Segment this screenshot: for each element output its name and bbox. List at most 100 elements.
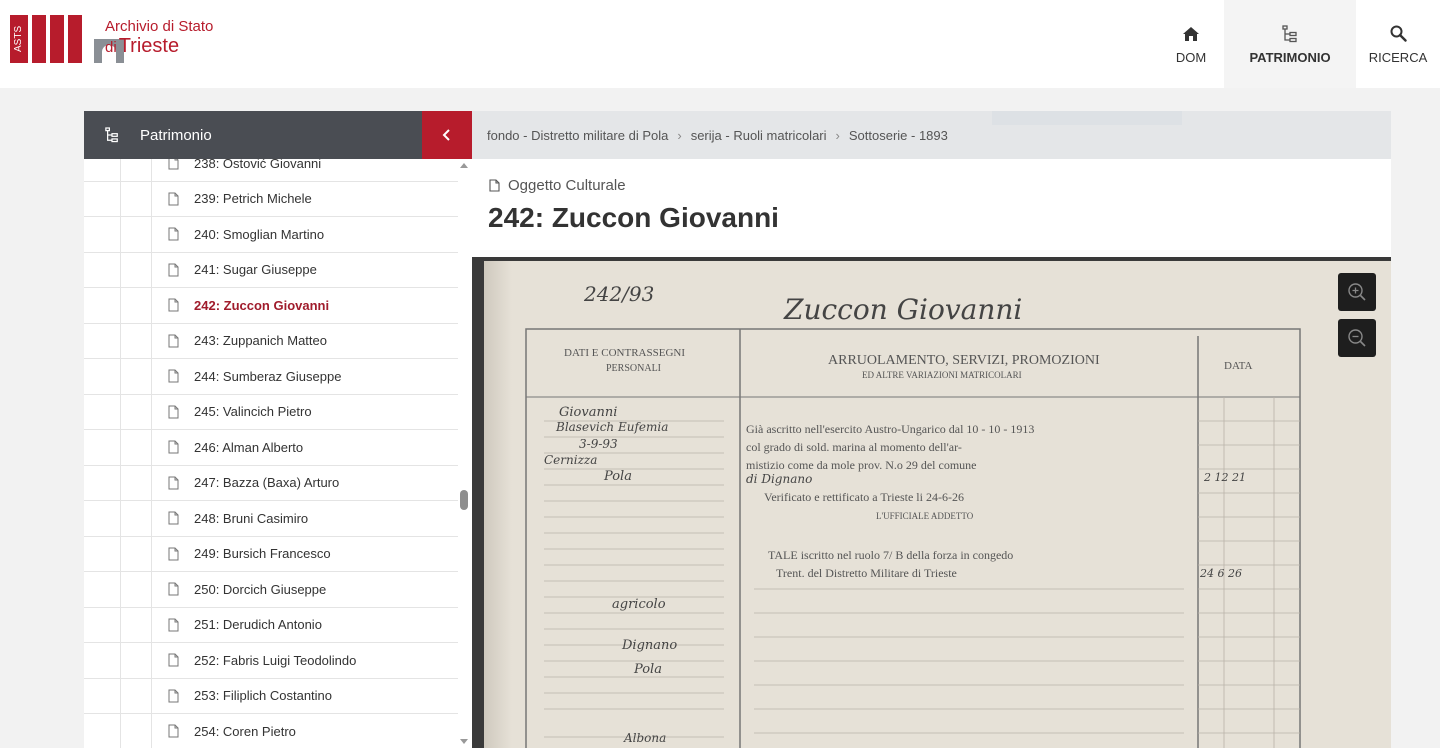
sidebar-tree-item-label: 239: Petrich Michele [194, 191, 312, 207]
tree-guide-line [151, 394, 152, 429]
logo-line-2: di Trieste [105, 36, 213, 56]
col3-header: DATA [1224, 360, 1253, 372]
tree-guide-line [120, 607, 121, 642]
sidebar-tree-item[interactable]: 240: Smoglian Martino [84, 217, 458, 253]
logo-badge: ASTS [10, 15, 28, 63]
document-name: Zuccon Giovanni [783, 293, 1022, 326]
tree-guide-line [120, 394, 121, 429]
sidebar-tree-item[interactable]: 244: Sumberaz Giuseppe [84, 359, 458, 395]
doc-birth-place: Cernizza [544, 453, 597, 467]
file-icon [168, 547, 179, 561]
tree-guide-line [120, 159, 121, 181]
zoom-in-button[interactable] [1338, 273, 1376, 311]
doc-service-4: di Dignano [746, 472, 812, 486]
sidebar-tree-item[interactable]: 254: Coren Pietro [84, 714, 458, 748]
sidebar-tree-item[interactable]: 243: Zuppanich Matteo [84, 323, 458, 359]
file-icon [168, 298, 179, 312]
ruled-lines [544, 420, 724, 738]
col1-header-b: PERSONALI [606, 363, 661, 374]
logo-line-2-prefix: di [105, 39, 117, 56]
sidebar-tree-item-label: 238: Ostović Giovanni [194, 159, 322, 171]
doc-tale-1: TALE iscritto nel ruolo 7/ B della forza… [768, 548, 1013, 562]
tree-guide-line [120, 678, 121, 713]
sidebar-tree-item[interactable]: 239: Petrich Michele [84, 181, 458, 217]
sidebar-scrollbar[interactable] [459, 159, 469, 748]
tree-guide-line [120, 181, 121, 216]
tree-guide-line [151, 607, 152, 642]
tree-guide-line [151, 252, 152, 287]
tree-guide-line [120, 501, 121, 536]
doc-service-3: mistizio come da mole prov. N.o 29 del c… [746, 458, 977, 472]
tree-guide-line [120, 359, 121, 394]
search-icon [1390, 24, 1407, 44]
tree-guide-line [151, 678, 152, 713]
doc-district: Pola [603, 469, 632, 484]
col2-header-a: ARRUOLAMENTO, SERVIZI, PROMOZIONI [828, 353, 1100, 368]
sidebar-tree-item[interactable]: 245: Valincich Pietro [84, 394, 458, 430]
nav-item-dom[interactable]: DOM [1158, 0, 1224, 88]
zoom-out-button[interactable] [1338, 319, 1376, 357]
logo-bar [32, 15, 46, 63]
breadcrumb-item-serija[interactable]: serija - Ruoli matricolari [691, 128, 827, 143]
tree-guide-line [120, 643, 121, 678]
tree-guide-line [151, 430, 152, 465]
file-icon [168, 334, 179, 348]
sidebar-title: Patrimonio [140, 126, 212, 144]
zoom-out-icon [1348, 329, 1366, 347]
doc-birth-date: 3-9-93 [579, 437, 618, 451]
sidebar-tree-item[interactable]: 252: Fabris Luigi Teodolindo [84, 643, 458, 679]
ghost-overlay [992, 111, 1182, 125]
logo-text: Archivio di Stato di Trieste [105, 19, 213, 56]
sidebar-tree-item-label: 244: Sumberaz Giuseppe [194, 368, 342, 384]
document-number: 242/93 [583, 282, 654, 306]
file-icon [168, 689, 179, 703]
logo[interactable]: ASTS Archivio di Stato di Trieste [10, 15, 213, 65]
sidebar-tree-item[interactable]: 249: Bursich Francesco [84, 536, 458, 572]
sidebar-tree-item-label: 240: Smoglian Martino [194, 226, 325, 242]
scroll-down-arrow-icon[interactable] [460, 739, 468, 744]
sidebar-tree-item-label: 243: Zuppanich Matteo [194, 333, 327, 349]
sidebar-tree-item[interactable]: 250: Dorcich Giuseppe [84, 572, 458, 608]
record-info: Oggetto Culturale 242: Zuccon Giovanni [472, 159, 1391, 257]
sidebar-tree-item[interactable]: 246: Alman Alberto [84, 430, 458, 466]
sidebar-tree-item[interactable]: 238: Ostović Giovanni [84, 159, 458, 182]
scroll-up-arrow-icon[interactable] [460, 163, 468, 168]
scrollbar-thumb[interactable] [460, 490, 468, 510]
sidebar-tree-item[interactable]: 242: Zuccon Giovanni [84, 288, 458, 324]
sidebar-tree-item[interactable]: 253: Filiplich Costantino [84, 678, 458, 714]
tree-guide-line [120, 536, 121, 571]
file-icon [168, 440, 179, 454]
sidebar-tree-item[interactable]: 241: Sugar Giuseppe [84, 252, 458, 288]
tree-guide-line [151, 572, 152, 607]
tree-guide-line [120, 288, 121, 323]
sidebar-tree-item-label: 250: Dorcich Giuseppe [194, 581, 327, 597]
doc-profession: agricolo [612, 597, 666, 612]
collapse-sidebar-button[interactable] [422, 111, 472, 159]
col1-header-a: DATI E CONTRASSEGNI [564, 347, 685, 359]
breadcrumb-item-fondo[interactable]: fondo - Distretto militare di Pola [487, 128, 668, 143]
doc-residence: Albona [623, 731, 666, 745]
top-header: ASTS Archivio di Stato di Trieste DOM PAT… [0, 0, 1440, 88]
image-viewer[interactable]: 242/93 Zuccon Giovanni DATI E CONTRASSEG… [472, 257, 1391, 748]
breadcrumb: fondo - Distretto militare di Pola › ser… [472, 111, 1391, 159]
doc-date-2: 24 6 26 [1199, 567, 1242, 580]
sidebar-tree-item[interactable]: 251: Derudich Antonio [84, 607, 458, 643]
breadcrumb-item-sottoserie[interactable]: Sottoserie - 1893 [849, 128, 948, 143]
sidebar-tree-item[interactable]: 248: Bruni Casimiro [84, 501, 458, 537]
nav-item-ricerca[interactable]: RICERCA [1356, 0, 1440, 88]
tree-guide-line [120, 572, 121, 607]
nav-item-patrimonio[interactable]: PATRIMONIO [1224, 0, 1356, 88]
chevron-left-icon [442, 129, 450, 141]
sidebar-tree-item[interactable]: 247: Bazza (Baxa) Arturo [84, 465, 458, 501]
doc-officer: L'UFFICIALE ADDETTO [876, 511, 974, 521]
logo-line-1: Archivio di Stato [105, 18, 214, 35]
tree-guide-line [151, 501, 152, 536]
tree-guide-line [120, 252, 121, 287]
document-scan: 242/93 Zuccon Giovanni DATI E CONTRASSEG… [525, 282, 1301, 748]
file-icon [168, 724, 179, 738]
doc-service-1: Già ascritto nell'esercito Austro-Ungari… [746, 422, 1034, 436]
record-kind-label: Oggetto Culturale [508, 177, 626, 194]
nav-label: DOM [1175, 49, 1207, 65]
sidebar-tree-item-label: 248: Bruni Casimiro [194, 510, 309, 526]
sidebar-tree-item-label: 241: Sugar Giuseppe [194, 262, 317, 278]
